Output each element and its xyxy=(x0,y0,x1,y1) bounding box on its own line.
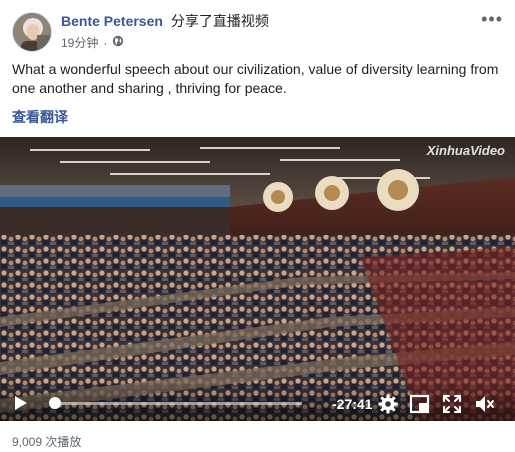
progress-track[interactable] xyxy=(52,402,302,405)
video-watermark: XinhuaVideo xyxy=(426,143,505,158)
time-remaining: -27:41 xyxy=(332,396,373,412)
see-translation-link[interactable]: 查看翻译 xyxy=(12,107,68,127)
post-header: Bente Petersen 分享了直播视频 xyxy=(61,12,269,30)
more-options-icon[interactable]: ••• xyxy=(481,10,503,28)
volume-icon[interactable] xyxy=(474,393,496,415)
meta-separator: · xyxy=(103,36,108,50)
timestamp[interactable]: 19分钟 xyxy=(61,35,98,51)
post-card: Bente Petersen 分享了直播视频 19分钟 · ••• What a… xyxy=(0,0,515,452)
video-player[interactable]: XinhuaVideo xyxy=(0,137,515,421)
picture-in-picture-icon[interactable] xyxy=(409,393,431,415)
video-frame xyxy=(0,137,515,421)
play-icon[interactable] xyxy=(14,395,28,411)
post-action: 分享了直播视频 xyxy=(170,13,269,29)
author-name[interactable]: Bente Petersen xyxy=(61,13,163,29)
fullscreen-icon[interactable] xyxy=(441,393,463,415)
view-count: 9,009 次播放 xyxy=(12,435,82,449)
avatar[interactable] xyxy=(12,12,52,52)
post-meta: 19分钟 · xyxy=(61,35,124,51)
settings-icon[interactable] xyxy=(377,393,399,415)
post-text: What a wonderful speech about our civili… xyxy=(12,61,499,96)
globe-icon[interactable] xyxy=(112,35,124,51)
progress-knob[interactable] xyxy=(48,397,61,409)
